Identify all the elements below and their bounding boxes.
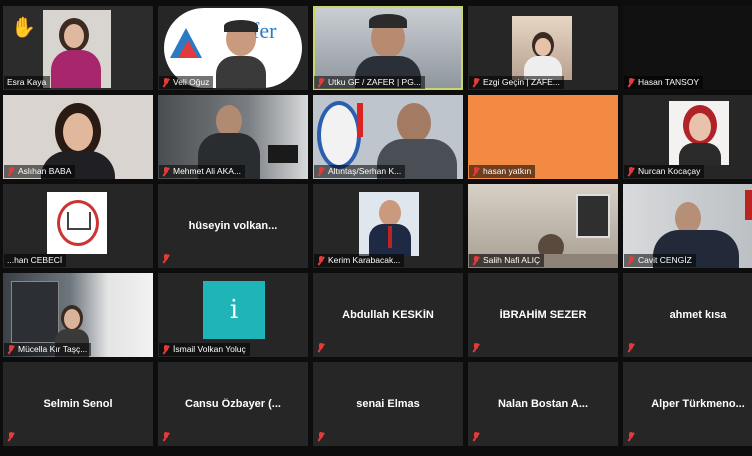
participant-tile[interactable]: Abdullah KESKİN	[313, 273, 463, 357]
muted-mic-icon	[317, 432, 325, 442]
participant-tile[interactable]: Nurcan Kocaçay	[623, 95, 752, 179]
participant-name-center: Selmin Senol	[43, 398, 113, 410]
participant-video	[669, 101, 729, 165]
participant-tile[interactable]: Salih Nafi ALIÇ	[468, 184, 618, 268]
muted-mic-icon	[472, 77, 480, 88]
participant-video	[43, 10, 111, 88]
participant-tile[interactable]: Hasan TANSOY	[623, 6, 752, 90]
participant-tile[interactable]: Kerim Karabacak...	[313, 184, 463, 268]
participant-tile[interactable]: Nalan Bostan A...	[468, 362, 618, 446]
participant-name-label: Aslıhan BABA	[4, 165, 76, 178]
participant-tile[interactable]: İBRAHİM SEZER	[468, 273, 618, 357]
participant-tile[interactable]: Selmin Senol	[3, 362, 153, 446]
participant-name-center: Abdullah KESKİN	[342, 309, 434, 321]
participant-name: Salih Nafi ALIÇ	[483, 255, 541, 265]
participant-tile[interactable]: Alper Türkmeno...	[623, 362, 752, 446]
participant-name-label: Mücella Kır Taşç...	[4, 343, 92, 356]
participant-name: İsmail Volkan Yoluç	[173, 344, 246, 354]
muted-mic-icon	[472, 432, 480, 442]
participant-name-label: Esra Kaya	[4, 76, 51, 89]
participant-name: Altıntaş/Serhan K...	[328, 166, 402, 176]
participant-name-label: Veli Oğuz	[159, 76, 214, 89]
participant-tile[interactable]: Cansu Özbayer (...	[158, 362, 308, 446]
muted-mic-icon	[627, 255, 635, 266]
gallery-grid: ✋ Esra Kaya fer Veli Oğuz Utku GF / ZAFE…	[3, 6, 752, 446]
avatar-letter: i	[229, 295, 239, 325]
participant-name-label: Altıntaş/Serhan K...	[314, 165, 406, 178]
muted-mic-icon	[472, 166, 480, 177]
participant-name-label: Salih Nafi ALIÇ	[469, 254, 545, 267]
muted-mic-icon	[7, 166, 15, 177]
participant-name: Utku GF / ZAFER | PG...	[328, 77, 421, 87]
participant-name-label: Kerim Karabacak...	[314, 254, 405, 267]
participant-tile[interactable]: Cavit CENGİZ	[623, 184, 752, 268]
participant-name-label: Cavit CENGİZ	[624, 254, 696, 267]
muted-mic-icon	[472, 255, 480, 266]
participant-name: Esra Kaya	[7, 77, 47, 87]
participant-name: Cavit CENGİZ	[638, 255, 692, 265]
participant-tile-active-speaker[interactable]: Utku GF / ZAFER | PG...	[313, 6, 463, 90]
muted-mic-icon	[162, 254, 170, 264]
muted-mic-icon	[317, 77, 325, 88]
participant-name-label: Nurcan Kocaçay	[624, 165, 705, 178]
participant-tile[interactable]: fer Veli Oğuz	[158, 6, 308, 90]
participant-tile[interactable]: hüseyin volkan...	[158, 184, 308, 268]
participant-tile[interactable]: ✋ Esra Kaya	[3, 6, 153, 90]
participant-name-label: Hasan TANSOY	[624, 76, 704, 89]
participant-tile[interactable]: senai Elmas	[313, 362, 463, 446]
participant-tile[interactable]: i İsmail Volkan Yoluç	[158, 273, 308, 357]
participant-name-center: ahmet kısa	[669, 309, 727, 321]
participant-tile[interactable]: hasan yatkın	[468, 95, 618, 179]
participant-name: Nurcan Kocaçay	[638, 166, 701, 176]
participant-name-label: hasan yatkın	[469, 165, 536, 178]
participant-tile[interactable]: ahmet kısa	[623, 273, 752, 357]
participant-name: Mehmet Ali AKA...	[173, 166, 242, 176]
participant-name: Ezgi Geçin | ZAFE...	[483, 77, 560, 87]
muted-mic-icon	[7, 432, 15, 442]
muted-mic-icon	[162, 77, 170, 88]
participant-name-label: Mehmet Ali AKA...	[159, 165, 246, 178]
participant-name-center: hüseyin volkan...	[188, 220, 278, 232]
participant-tile[interactable]: Mücella Kır Taşç...	[3, 273, 153, 357]
muted-mic-icon	[317, 343, 325, 353]
participant-name-label: Utku GF / ZAFER | PG...	[314, 76, 425, 89]
muted-mic-icon	[627, 432, 635, 442]
participant-name-center: İBRAHİM SEZER	[499, 309, 587, 321]
participant-name: hasan yatkın	[483, 166, 532, 176]
participant-tile[interactable]: ...han CEBECİ	[3, 184, 153, 268]
participant-name: Veli Oğuz	[173, 77, 210, 87]
muted-mic-icon	[627, 166, 635, 177]
participant-name-label: ...han CEBECİ	[4, 254, 67, 267]
participant-video	[512, 16, 572, 80]
muted-mic-icon	[7, 344, 15, 355]
participant-name: Kerim Karabacak...	[328, 255, 401, 265]
participant-name: Mücella Kır Taşç...	[18, 344, 88, 354]
participant-name-center: Alper Türkmeno...	[651, 398, 745, 410]
participant-tile[interactable]: Mehmet Ali AKA...	[158, 95, 308, 179]
muted-mic-icon	[162, 344, 170, 355]
muted-mic-icon	[627, 77, 635, 88]
participant-name-label: Ezgi Geçin | ZAFE...	[469, 76, 564, 89]
muted-mic-icon	[317, 166, 325, 177]
muted-mic-icon	[627, 343, 635, 353]
participant-tile[interactable]: Altıntaş/Serhan K...	[313, 95, 463, 179]
muted-mic-icon	[162, 166, 170, 177]
meb-logo-icon	[47, 192, 107, 254]
raised-hand-icon: ✋	[11, 17, 36, 39]
muted-mic-icon	[317, 255, 325, 266]
participant-name-center: Nalan Bostan A...	[497, 398, 589, 410]
participant-name-center: senai Elmas	[356, 398, 420, 410]
participant-name-label: İsmail Volkan Yoluç	[159, 343, 250, 356]
participant-name: ...han CEBECİ	[7, 255, 63, 265]
muted-mic-icon	[472, 343, 480, 353]
muted-mic-icon	[162, 432, 170, 442]
meeting-window: ✋ Esra Kaya fer Veli Oğuz Utku GF / ZAFE…	[0, 0, 752, 456]
participant-name-center: Cansu Özbayer (...	[185, 398, 281, 410]
participant-name: Hasan TANSOY	[638, 77, 700, 87]
participant-tile[interactable]: Aslıhan BABA	[3, 95, 153, 179]
avatar: i	[203, 281, 265, 339]
participant-video	[359, 192, 419, 256]
participant-name: Aslıhan BABA	[18, 166, 72, 176]
participant-tile[interactable]: Ezgi Geçin | ZAFE...	[468, 6, 618, 90]
